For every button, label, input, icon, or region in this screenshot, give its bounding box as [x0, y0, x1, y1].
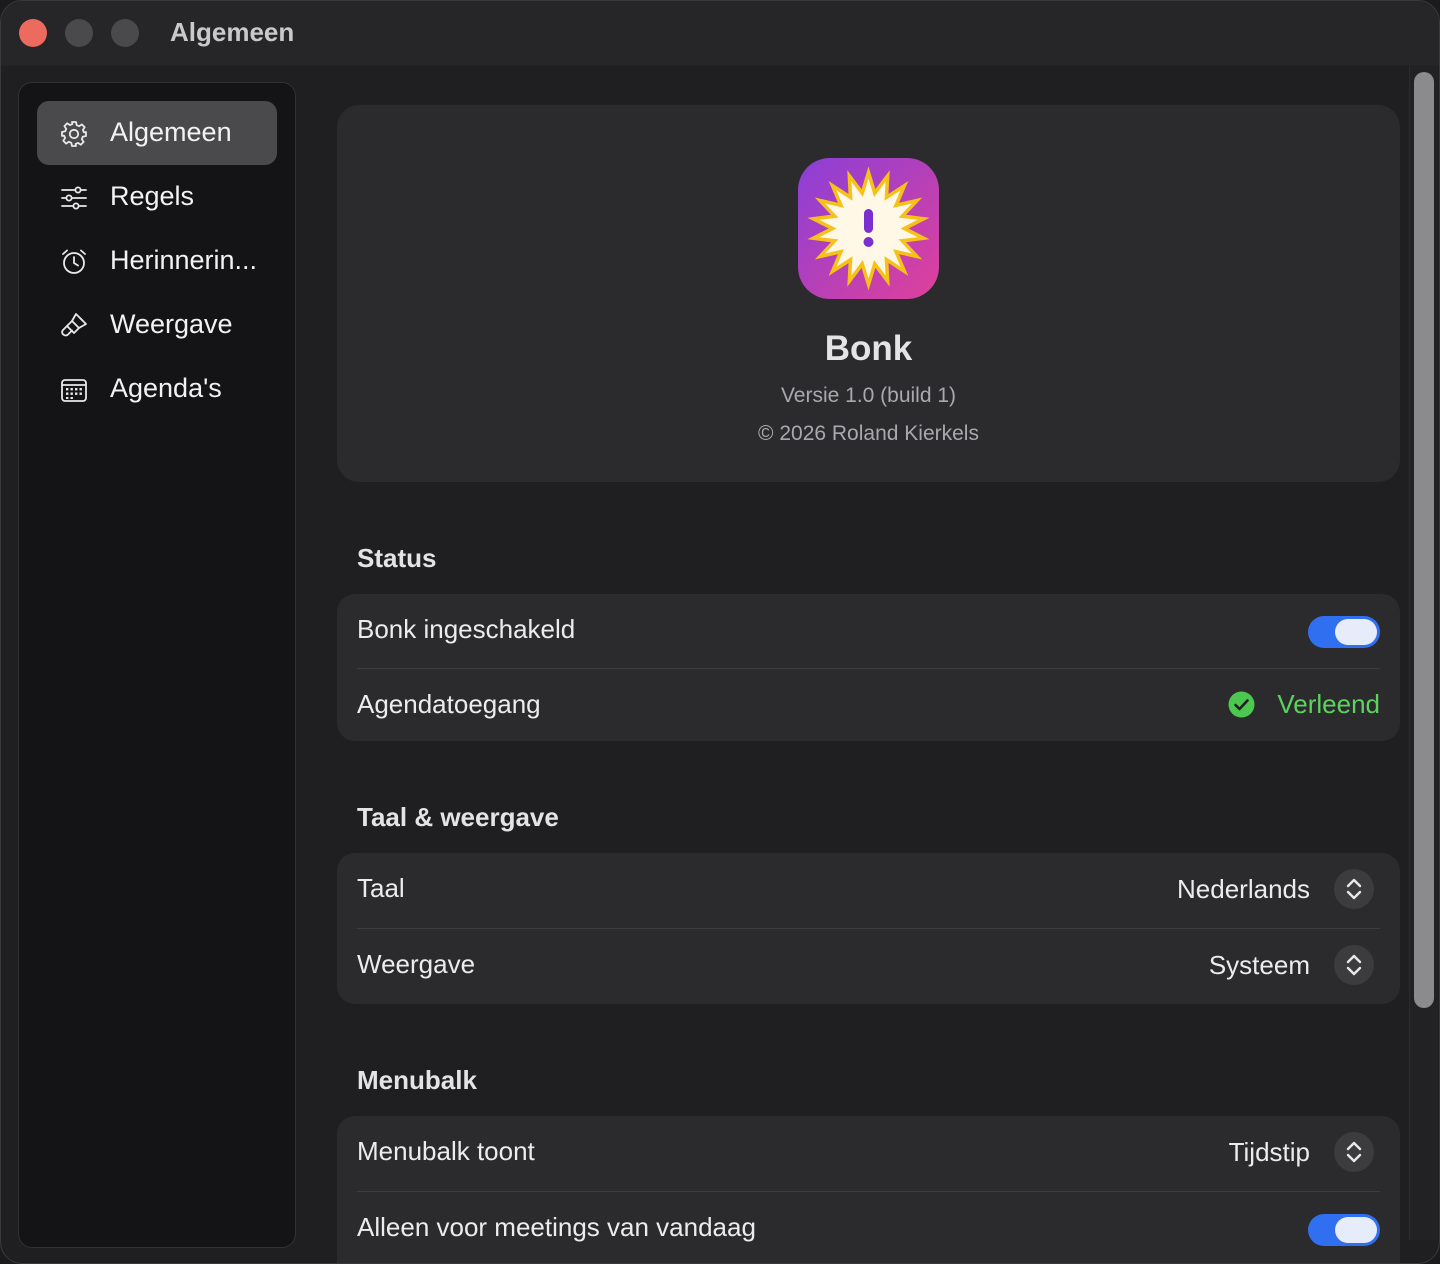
titlebar: Algemeen: [1, 1, 1439, 66]
calendar-access-status: Verleend: [1228, 689, 1380, 720]
status-group: Bonk ingeschakeld Agendatoegang Verleend: [337, 594, 1400, 741]
bonk-enabled-row: Bonk ingeschakeld: [357, 594, 1380, 669]
vertical-scrollbar[interactable]: [1409, 66, 1438, 1240]
up-down-chevron-icon: [1334, 945, 1374, 985]
today-only-toggle[interactable]: [1308, 1214, 1380, 1246]
menubar-shows-row: Menubalk toont Tijdstip: [357, 1116, 1380, 1192]
appearance-popup[interactable]: Systeem: [1209, 945, 1374, 985]
language-display-group: Taal Nederlands Weergave Systeem: [337, 853, 1400, 1004]
today-only-label: Alleen voor meetings van vandaag: [357, 1212, 756, 1242]
menubar-shows-popup[interactable]: Tijdstip: [1229, 1132, 1374, 1172]
menubar-shows-label: Menubalk toont: [357, 1136, 535, 1166]
sidebar-item-herinneringen[interactable]: Herinnerin...: [37, 229, 277, 293]
section-header-status: Status: [357, 543, 437, 573]
appearance-label: Weergave: [357, 949, 476, 979]
settings-window: Algemeen Algemeen Regels Herinnerin... W…: [0, 0, 1440, 1264]
sidebar-item-label: Agenda's: [110, 373, 222, 403]
about-card: Bonk Versie 1.0 (build 1) © 2026 Roland …: [337, 105, 1400, 482]
section-header-language-display: Taal & weergave: [357, 802, 559, 832]
window-title: Algemeen: [170, 17, 295, 47]
gear-icon: [59, 119, 89, 149]
appearance-row: Weergave Systeem: [357, 929, 1380, 1004]
menubar-shows-value: Tijdstip: [1228, 1136, 1310, 1167]
app-copyright: © 2026 Roland Kierkels: [758, 422, 979, 445]
today-only-row: Alleen voor meetings van vandaag: [357, 1192, 1380, 1263]
close-window-button[interactable]: [19, 19, 47, 47]
minimize-window-button[interactable]: [65, 19, 93, 47]
language-value: Nederlands: [1177, 873, 1310, 904]
section-header-menubar: Menubalk: [357, 1065, 477, 1095]
zoom-window-button[interactable]: [111, 19, 139, 47]
app-version: Versie 1.0 (build 1): [780, 384, 957, 407]
sidebar-item-agendas[interactable]: Agenda's: [37, 357, 277, 421]
menubar-group: Menubalk toont Tijdstip Alleen voor meet…: [337, 1116, 1400, 1263]
paintbrush-icon: [59, 311, 89, 341]
language-popup[interactable]: Nederlands: [1177, 869, 1374, 909]
toggle-knob: [1335, 1217, 1377, 1243]
sidebar-item-label: Weergave: [110, 309, 233, 339]
sidebar-item-label: Algemeen: [110, 117, 232, 147]
calendar-access-label: Agendatoegang: [357, 689, 541, 719]
up-down-chevron-icon: [1334, 869, 1374, 909]
up-down-chevron-icon: [1334, 1132, 1374, 1172]
bonk-enabled-toggle[interactable]: [1308, 616, 1380, 648]
sidebar: Algemeen Regels Herinnerin... Weergave A…: [18, 82, 296, 1248]
toggle-knob: [1335, 619, 1377, 645]
sidebar-item-regels[interactable]: Regels: [37, 165, 277, 229]
sidebar-item-label: Regels: [110, 181, 195, 211]
calendar-icon: [59, 375, 89, 405]
alarm-clock-icon: [59, 247, 89, 277]
app-name: Bonk: [824, 329, 913, 368]
calendar-access-value: Verleend: [1277, 689, 1380, 719]
checkmark-circle-icon: [1228, 691, 1255, 718]
language-label: Taal: [357, 873, 405, 903]
language-row: Taal Nederlands: [357, 853, 1380, 929]
sidebar-item-algemeen[interactable]: Algemeen: [37, 101, 277, 165]
app-logo-icon: [797, 157, 940, 300]
bonk-enabled-label: Bonk ingeschakeld: [357, 614, 576, 644]
appearance-value: Systeem: [1208, 949, 1310, 980]
sliders-icon: [59, 183, 89, 213]
calendar-access-row: Agendatoegang Verleend: [357, 669, 1380, 743]
sidebar-item-label: Herinnerin...: [110, 245, 258, 275]
scrollbar-thumb[interactable]: [1414, 72, 1434, 1008]
sidebar-item-weergave[interactable]: Weergave: [37, 293, 277, 357]
settings-content: Bonk Versie 1.0 (build 1) © 2026 Roland …: [297, 66, 1407, 1263]
